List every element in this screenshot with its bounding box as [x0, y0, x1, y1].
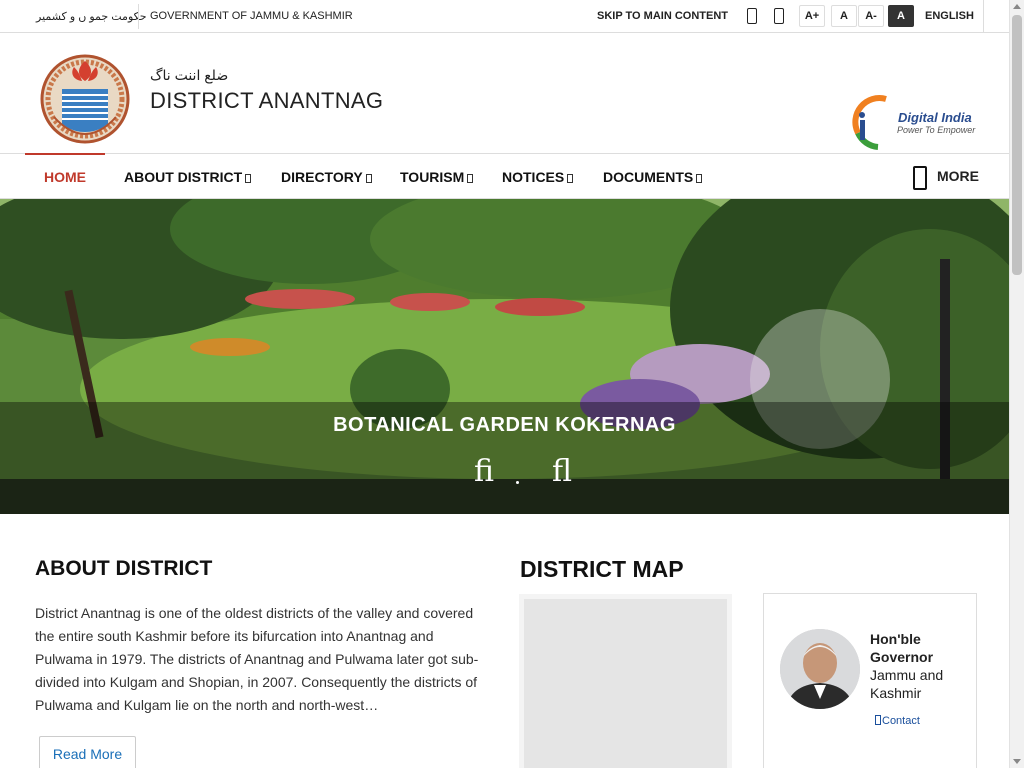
- font-decrease-button[interactable]: A-: [858, 5, 884, 27]
- main-navigation: HOME ABOUT DISTRICT DIRECTORY TOURISM NO…: [0, 153, 1009, 199]
- site-title[interactable]: DISTRICT ANANTNAG: [150, 88, 383, 114]
- government-name: GOVERNMENT OF JAMMU & KASHMIR: [150, 10, 353, 22]
- active-indicator: [25, 153, 105, 155]
- nav-item-tourism[interactable]: TOURISM: [400, 169, 474, 185]
- high-contrast-button[interactable]: A: [888, 5, 914, 27]
- read-more-button[interactable]: Read More: [39, 736, 136, 768]
- district-map-heading: DISTRICT MAP: [520, 556, 684, 582]
- chevron-down-icon: [467, 174, 474, 183]
- about-district-heading: ABOUT DISTRICT: [35, 557, 213, 580]
- language-selector[interactable]: ENGLISH: [925, 10, 974, 22]
- phone-icon: [875, 715, 881, 725]
- chevron-down-icon: [567, 174, 574, 183]
- governor-avatar: [780, 629, 860, 709]
- page-scrollbar[interactable]: [1009, 0, 1024, 768]
- main-column: حکومت جمو ں و کشمیر GOVERNMENT OF JAMMU …: [0, 0, 1009, 768]
- more-menu-icon[interactable]: [913, 166, 927, 190]
- slide-caption: BOTANICAL GARDEN KOKERNAG: [333, 414, 676, 436]
- next-slide-button[interactable]: ﬂ: [552, 454, 572, 489]
- nav-item-about-district[interactable]: ABOUT DISTRICT: [124, 169, 252, 185]
- digital-india-tagline: Power To Empower: [897, 125, 976, 135]
- more-menu-button[interactable]: MORE: [937, 168, 979, 184]
- governor-subtitle: Jammu and Kashmir: [870, 667, 944, 701]
- font-normal-button[interactable]: A: [831, 5, 857, 27]
- accessibility-icon[interactable]: [774, 8, 784, 24]
- previous-slide-button[interactable]: ﬁ: [474, 454, 494, 489]
- jammu-kashmir-emblem-logo[interactable]: [40, 47, 130, 147]
- scroll-up-arrow-icon[interactable]: [1013, 4, 1021, 9]
- page: حکومت جمو ں و کشمیر GOVERNMENT OF JAMMU …: [0, 0, 1024, 768]
- site-header: ضلع اننت ناگ DISTRICT ANANTNAG Digital I…: [0, 33, 1009, 154]
- district-map-image[interactable]: [519, 594, 732, 768]
- contact-label: Contact: [882, 715, 920, 727]
- sitemap-icon[interactable]: [747, 8, 757, 24]
- skip-to-main-content-link[interactable]: SKIP TO MAIN CONTENT: [597, 10, 728, 22]
- hero-slider[interactable]: BOTANICAL GARDEN KOKERNAG ﬁ ﬂ: [0, 199, 1009, 514]
- digital-india-name: Digital India: [898, 110, 972, 125]
- district-name-urdu: ضلع اننت ناگ: [150, 67, 229, 83]
- nav-item-label: DOCUMENTS: [603, 169, 694, 185]
- font-increase-button[interactable]: A+: [799, 5, 825, 27]
- nav-item-label: NOTICES: [502, 169, 565, 185]
- governor-card: Hon'ble Governor Jammu and Kashmir Conta…: [763, 593, 977, 768]
- top-bar: حکومت جمو ں و کشمیر GOVERNMENT OF JAMMU …: [0, 0, 1009, 33]
- governor-title: Hon'ble Governor: [870, 631, 934, 665]
- urdu-government-name: حکومت جمو ں و کشمیر: [36, 11, 147, 23]
- nav-item-label: TOURISM: [400, 169, 465, 185]
- nav-item-notices[interactable]: NOTICES: [502, 169, 574, 185]
- nav-item-label: ABOUT DISTRICT: [124, 169, 243, 185]
- governor-contact-link[interactable]: Contact: [875, 715, 920, 727]
- scroll-down-arrow-icon[interactable]: [1013, 759, 1021, 764]
- nav-item-label: DIRECTORY: [281, 169, 363, 185]
- nav-item-home[interactable]: HOME: [44, 169, 86, 185]
- chevron-down-icon: [365, 174, 372, 183]
- chevron-down-icon: [245, 174, 252, 183]
- about-district-text: District Anantnag is one of the oldest d…: [35, 605, 479, 713]
- nav-item-documents[interactable]: DOCUMENTS: [603, 169, 703, 185]
- divider: [138, 4, 139, 29]
- slide-indicator-dot[interactable]: [516, 481, 519, 484]
- divider: [983, 0, 984, 33]
- scrollbar-thumb[interactable]: [1012, 15, 1022, 275]
- chevron-down-icon: [696, 174, 703, 183]
- nav-item-directory[interactable]: DIRECTORY: [281, 169, 372, 185]
